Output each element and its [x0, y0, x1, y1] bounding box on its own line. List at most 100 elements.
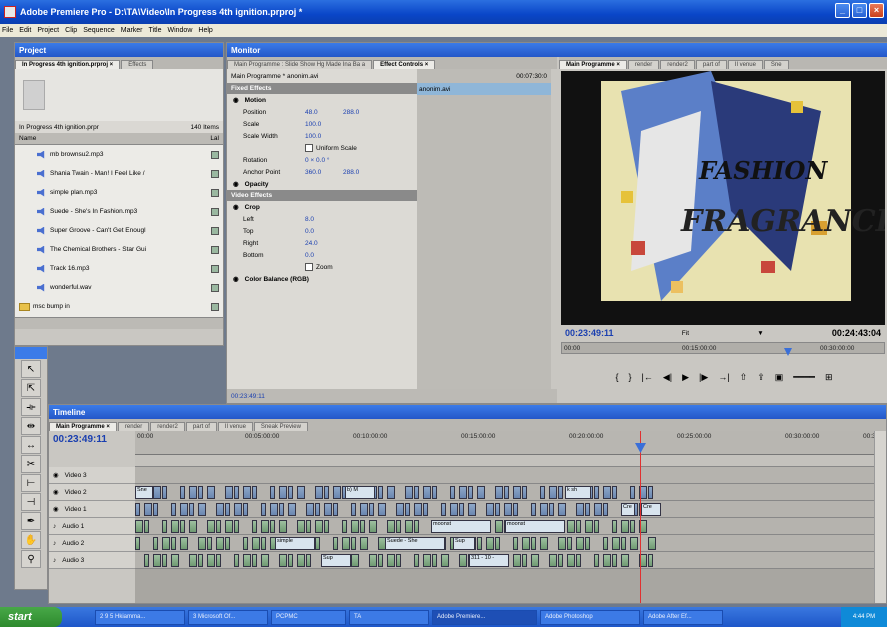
hand-tool-icon[interactable]: ✋: [21, 531, 41, 549]
audio-clip[interactable]: [486, 537, 494, 550]
video-clip[interactable]: [549, 503, 554, 516]
motion-row[interactable]: ◉ Motion: [227, 94, 417, 106]
audio-clip[interactable]: [261, 537, 266, 550]
task-item[interactable]: TA: [349, 609, 429, 625]
video-clip[interactable]: [234, 486, 239, 499]
audio-clip[interactable]: [432, 554, 437, 567]
track-body[interactable]: Cre Cre: [135, 501, 874, 518]
video-clip[interactable]: [414, 503, 422, 516]
audio-clip[interactable]: [342, 520, 347, 533]
video-clip[interactable]: [468, 503, 476, 516]
tab-render[interactable]: render: [627, 60, 660, 69]
video-clip[interactable]: [603, 503, 608, 516]
audio-clip[interactable]: [513, 537, 518, 550]
track-header[interactable]: ◉ Video 3: [49, 467, 135, 484]
uniform-scale-checkbox[interactable]: [305, 144, 313, 152]
audio-clip[interactable]: [612, 520, 617, 533]
video-clip[interactable]: [333, 503, 338, 516]
slip-tool-icon[interactable]: ⊢: [21, 474, 41, 492]
zoom-checkbox[interactable]: [305, 263, 313, 271]
track-body[interactable]: [135, 467, 874, 484]
label-color-swatch[interactable]: [211, 245, 219, 254]
label-color-swatch[interactable]: [211, 264, 219, 273]
opacity-toggle-icon[interactable]: ◉: [233, 180, 239, 188]
menu-title[interactable]: Title: [149, 27, 162, 34]
audio-clip[interactable]: [261, 520, 269, 533]
label-color-swatch[interactable]: [211, 207, 219, 216]
video-clip[interactable]: [225, 486, 233, 499]
video-clip[interactable]: [234, 503, 242, 516]
video-clip[interactable]: [540, 486, 545, 499]
position-x-value[interactable]: 48.0: [305, 109, 343, 116]
ripple-edit-tool-icon[interactable]: ⟛: [21, 398, 41, 416]
timeline-vertical-scrollbar[interactable]: [874, 431, 886, 603]
track-header[interactable]: ◉ Video 1: [49, 501, 135, 518]
start-button[interactable]: start: [0, 607, 62, 627]
video-clip[interactable]: [243, 486, 251, 499]
audio-clip[interactable]: [648, 537, 656, 550]
tab-timeline-sneak-preview[interactable]: Sneak Preview: [253, 422, 308, 431]
video-clip-labeled[interactable]: Cre: [621, 503, 635, 516]
tab-effect-controls[interactable]: Effect Controls ×: [373, 60, 436, 69]
audio-clip[interactable]: [477, 537, 482, 550]
video-clip[interactable]: [243, 503, 248, 516]
video-clip[interactable]: [279, 503, 284, 516]
audio-clip[interactable]: [351, 520, 359, 533]
audio-clip-labeled[interactable]: moonst: [505, 520, 565, 533]
video-clip[interactable]: [414, 486, 419, 499]
tab-part-of[interactable]: part of: [695, 60, 727, 69]
audio-clip[interactable]: [216, 554, 221, 567]
audio-clip[interactable]: [495, 537, 500, 550]
project-list-item[interactable]: The Chemical Brothers - Star Gui: [15, 240, 223, 259]
program-video-frame[interactable]: FASHION FRAGRANCE: [561, 71, 885, 325]
video-clip[interactable]: [423, 486, 431, 499]
opacity-row[interactable]: ◉ Opacity: [227, 178, 417, 190]
task-item[interactable]: 3 Microsoft Of...: [188, 609, 268, 625]
audio-clip[interactable]: [576, 520, 581, 533]
task-item[interactable]: PCPMC: [271, 609, 346, 625]
eye-toggle-icon[interactable]: ◉: [53, 505, 59, 513]
track-body[interactable]: Sne b) M k sh: [135, 484, 874, 501]
audio-clip[interactable]: [648, 554, 653, 567]
video-clip[interactable]: [180, 503, 188, 516]
maximize-button[interactable]: □: [852, 3, 867, 18]
slide-tool-icon[interactable]: ⊣: [21, 493, 41, 511]
video-clip[interactable]: [459, 486, 467, 499]
column-name[interactable]: Name: [19, 135, 36, 142]
audio-clip[interactable]: [252, 554, 257, 567]
video-clip[interactable]: [207, 486, 215, 499]
video-clip[interactable]: [144, 503, 152, 516]
video-clip[interactable]: [450, 503, 458, 516]
video-clip[interactable]: [549, 486, 557, 499]
video-clip[interactable]: [333, 486, 341, 499]
playhead-line[interactable]: [640, 431, 641, 603]
audio-clip[interactable]: [342, 537, 350, 550]
menu-help[interactable]: Help: [198, 27, 212, 34]
audio-clip[interactable]: [351, 537, 356, 550]
audio-clip[interactable]: [612, 537, 620, 550]
audio-clip[interactable]: [243, 537, 248, 550]
video-clip[interactable]: [513, 486, 521, 499]
close-button[interactable]: ×: [869, 3, 884, 18]
audio-clip[interactable]: [225, 520, 233, 533]
video-clip[interactable]: [315, 503, 320, 516]
video-clip[interactable]: [576, 503, 584, 516]
track-header[interactable]: ♪ Audio 2: [49, 535, 135, 552]
audio-clip[interactable]: [441, 554, 449, 567]
tab-timeline-part-of[interactable]: part of: [185, 422, 217, 431]
video-clip[interactable]: [612, 486, 617, 499]
track-select-tool-icon[interactable]: ⇱: [21, 379, 41, 397]
audio-clip[interactable]: [297, 520, 305, 533]
video-clip-labeled[interactable]: Cre: [641, 503, 661, 516]
video-clip[interactable]: [306, 503, 314, 516]
audio-clip[interactable]: [576, 537, 584, 550]
audio-clip[interactable]: [414, 554, 419, 567]
tab-source-monitor[interactable]: Main Programme : Slide Show Hg Made Ina …: [227, 60, 373, 69]
audio-clip[interactable]: [144, 520, 149, 533]
audio-clip[interactable]: [585, 537, 590, 550]
audio-clip[interactable]: [396, 554, 401, 567]
audio-clip[interactable]: [225, 537, 230, 550]
tab-sne[interactable]: Sne: [763, 60, 789, 69]
video-clip[interactable]: [198, 503, 206, 516]
rate-stretch-tool-icon[interactable]: ↔: [21, 436, 41, 454]
